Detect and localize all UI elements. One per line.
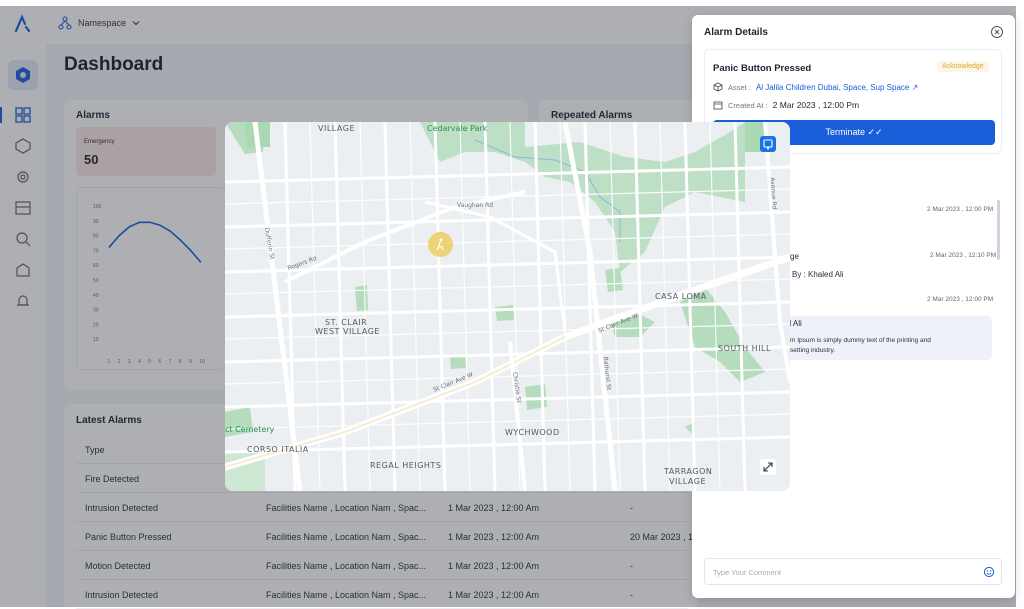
layers-icon bbox=[763, 139, 773, 151]
map-label: CORSO ITALIA bbox=[247, 445, 309, 454]
comment-body: m Ipsum is simply dummy text of the prin… bbox=[790, 337, 931, 344]
map-label: ct Cemetery bbox=[225, 425, 275, 434]
map-label: CASA LOMA bbox=[655, 292, 707, 301]
log-author: By : Khaled Ali bbox=[792, 270, 844, 279]
log-date: 2 Mar 2023 , 12:00 PM bbox=[927, 296, 994, 303]
map-label: WEST VILLAGE bbox=[315, 327, 380, 336]
asset-label: Asset : bbox=[728, 82, 751, 92]
map-label: WYCHWOOD bbox=[505, 428, 560, 437]
log-scrollbar[interactable] bbox=[997, 200, 1000, 260]
log-title: ge bbox=[790, 252, 799, 261]
log-date: 2 Mar 2023 , 12:00 PM bbox=[927, 206, 994, 213]
alarm-details-title: Alarm Details bbox=[704, 27, 768, 38]
map-label: TARRAGON bbox=[664, 467, 713, 476]
created-row: Created At : 2 Mar 2023 , 12:00 Pm bbox=[713, 100, 859, 110]
map-label: VILLAGE bbox=[669, 477, 707, 486]
asset-link[interactable]: Al Jalila Children Dubai, Space, Sup Spa… bbox=[756, 83, 918, 92]
comment-body: setting industry. bbox=[790, 347, 836, 354]
fullscreen-button[interactable] bbox=[760, 459, 776, 475]
cube-icon bbox=[713, 82, 723, 92]
comment-input[interactable]: Type Your Comment bbox=[704, 558, 1002, 585]
emoji-icon[interactable] bbox=[983, 566, 995, 578]
created-label: Created At : bbox=[728, 100, 768, 110]
expand-icon bbox=[763, 462, 773, 472]
comment-placeholder: Type Your Comment bbox=[713, 568, 781, 577]
map-label: ST. CLAIR bbox=[325, 318, 368, 327]
acknowledge-button[interactable]: Acknowledge bbox=[937, 61, 989, 72]
alarm-location-marker[interactable] bbox=[428, 232, 453, 257]
close-button[interactable] bbox=[991, 26, 1003, 38]
map-label: SOUTH HILL bbox=[718, 344, 771, 353]
close-icon bbox=[994, 29, 1000, 35]
calendar-icon bbox=[713, 101, 723, 110]
map-modal[interactable]: VILLAGE Cedarvale Park Vaughan Rd Duffer… bbox=[225, 122, 790, 491]
map-layer-button[interactable] bbox=[760, 136, 776, 152]
map-label: Cedarvale Park bbox=[427, 124, 488, 133]
created-value: 2 Mar 2023 , 12:00 Pm bbox=[772, 100, 860, 110]
map-label: REGAL HEIGHTS bbox=[370, 461, 442, 470]
alarm-name: Panic Button Pressed bbox=[713, 63, 812, 74]
map-label: VILLAGE bbox=[318, 124, 356, 133]
map-label: Vaughan Rd bbox=[457, 202, 494, 209]
asset-row: Asset : Al Jalila Children Dubai, Space,… bbox=[713, 82, 918, 92]
log-date: 2 Mar 2023 , 12:10 PM bbox=[930, 252, 997, 259]
person-icon bbox=[436, 238, 444, 251]
